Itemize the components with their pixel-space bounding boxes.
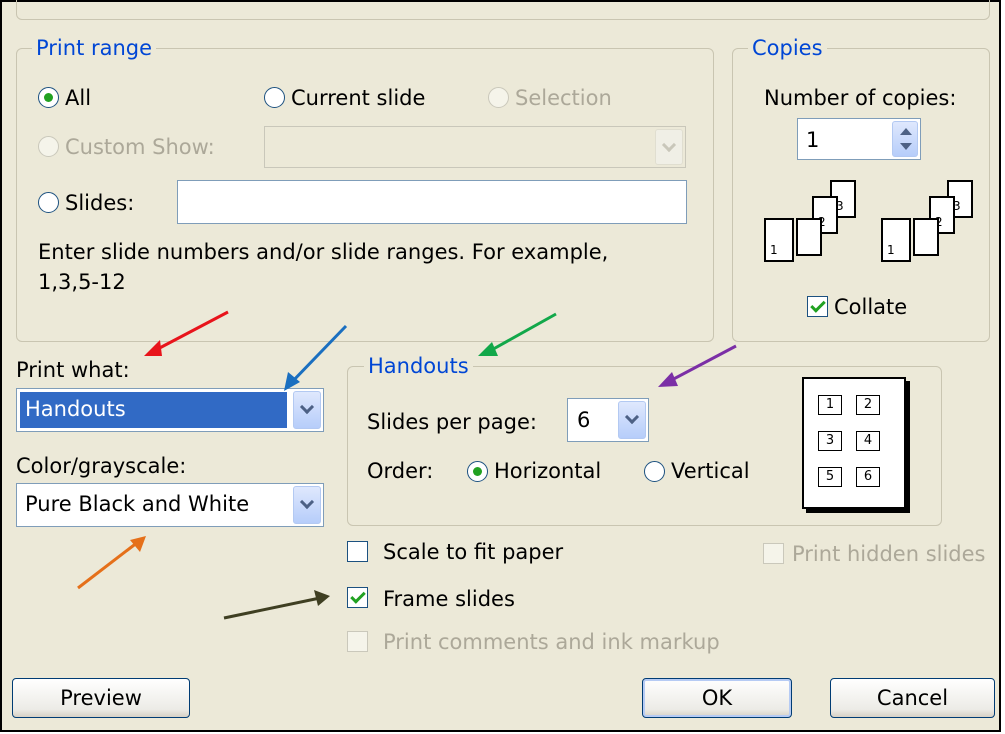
annotation-arrow-purple	[658, 344, 737, 387]
annotation-arrow-red	[144, 310, 229, 356]
annotation-arrow-orange	[77, 536, 146, 590]
annotation-arrow-blue	[284, 324, 348, 391]
annotation-arrow-green	[478, 312, 557, 356]
annotation-arrow-dark	[223, 590, 330, 620]
annotation-arrows	[77, 310, 737, 620]
